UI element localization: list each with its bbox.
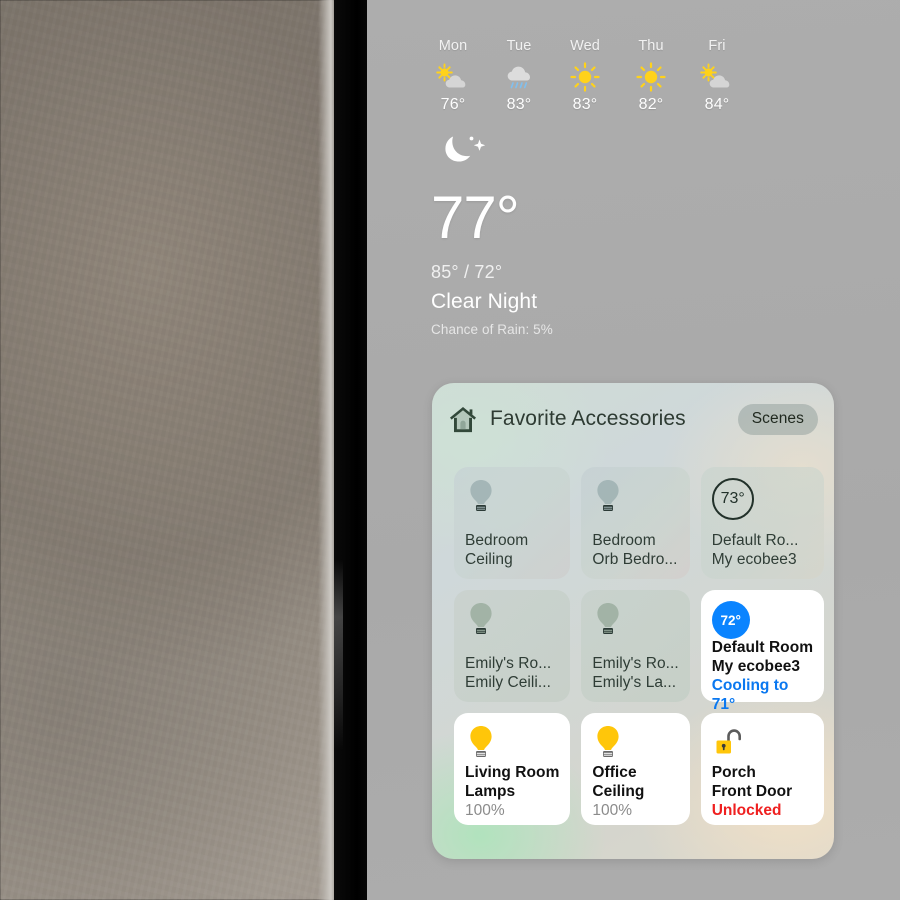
accessory-tile-porch-front-door[interactable]: Porch Front Door Unlocked bbox=[700, 713, 825, 825]
tile-line-1: Bedroom bbox=[465, 532, 529, 550]
screenshot-root: Mon 76° Tue 83° Wed 83° Thu 82° Fri 84° … bbox=[0, 0, 900, 900]
tile-line-1: Emily's Ro... bbox=[465, 655, 552, 673]
lock-open-icon bbox=[712, 724, 813, 764]
accessory-tile-office-ceiling[interactable]: Office Ceiling 100% bbox=[581, 713, 690, 825]
forecast-day-label: Mon bbox=[438, 38, 468, 54]
sun-icon bbox=[570, 60, 600, 94]
tile-line-2: My ecobee3 bbox=[711, 657, 801, 675]
moon-stars-icon bbox=[431, 130, 553, 176]
forecast-day-tue: Tue 83° bbox=[491, 38, 547, 114]
tile-line-1: Bedroom bbox=[592, 532, 656, 550]
forecast-day-label: Wed bbox=[570, 38, 600, 54]
accessory-tile-emily-lamp[interactable]: Emily's Ro... Emily's La... bbox=[581, 590, 690, 702]
lightbulb-on-icon bbox=[592, 724, 678, 764]
current-weather: 77° 85° / 72° Clear Night Chance of Rain… bbox=[431, 130, 553, 337]
forecast-temp: 83° bbox=[506, 96, 532, 113]
tile-labels: Bedroom Orb Bedro... bbox=[592, 532, 678, 570]
tile-line-2: Ceiling bbox=[592, 782, 645, 800]
tile-line-2: Front Door bbox=[711, 782, 793, 800]
forecast-day-thu: Thu 82° bbox=[623, 38, 679, 114]
accessory-tile-bedroom-ceiling[interactable]: Bedroom Ceiling bbox=[454, 467, 571, 579]
tile-labels: Default Ro... My ecobee3 bbox=[712, 532, 813, 570]
tile-line-1: Office bbox=[592, 764, 637, 781]
lightbulb-on-icon bbox=[465, 724, 559, 764]
tile-line-2: Ceiling bbox=[465, 551, 513, 569]
lightbulb-icon bbox=[465, 478, 559, 520]
forecast-day-mon: Mon 76° bbox=[425, 38, 481, 114]
tile-labels: Emily's Ro... Emily's La... bbox=[592, 655, 678, 693]
high-low-temperature: 85° / 72° bbox=[431, 262, 503, 282]
card-title: Favorite Accessories bbox=[490, 407, 686, 430]
device-bezel-sheen bbox=[334, 560, 343, 750]
tile-labels: Porch Front Door Unlocked bbox=[712, 764, 813, 821]
background-photo-grain bbox=[0, 0, 340, 900]
tile-labels: Emily's Ro... Emily Ceili... bbox=[465, 655, 559, 693]
tile-line-2: My ecobee3 bbox=[711, 551, 797, 569]
tile-status: Unlocked bbox=[711, 801, 782, 819]
tile-line-2: Emily's La... bbox=[592, 674, 677, 692]
tile-line-2: Lamps bbox=[465, 782, 516, 800]
thermostat-temperature-badge: 72° bbox=[711, 601, 750, 639]
accessory-tile-living-room-lamps[interactable]: Living Room Lamps 100% bbox=[454, 713, 571, 825]
scenes-button[interactable]: Scenes bbox=[737, 403, 818, 435]
tile-labels: Office Ceiling 100% bbox=[592, 764, 678, 821]
weather-forecast-strip: Mon 76° Tue 83° Wed 83° Thu 82° Fri 84° bbox=[425, 38, 745, 114]
tile-line-1: Porch bbox=[711, 764, 756, 781]
tile-line-2: Orb Bedro... bbox=[592, 551, 678, 569]
tile-labels: Bedroom Ceiling bbox=[465, 532, 559, 570]
forecast-day-wed: Wed 83° bbox=[557, 38, 613, 114]
accessory-tile-emily-ceiling[interactable]: Emily's Ro... Emily Ceili... bbox=[454, 590, 571, 702]
lightbulb-icon bbox=[592, 478, 678, 520]
sun-behind-cloud-icon bbox=[700, 60, 734, 94]
card-header: Favorite Accessories Scenes bbox=[448, 398, 818, 440]
forecast-temp: 82° bbox=[638, 96, 664, 113]
weather-condition: Clear Night bbox=[431, 290, 538, 313]
thermostat-dot-icon: 72° bbox=[711, 601, 813, 639]
tile-labels: Default Room My ecobee3 Cooling to 71° bbox=[712, 639, 813, 715]
tile-brightness: 100% bbox=[592, 801, 633, 819]
lightbulb-icon bbox=[592, 601, 678, 643]
home-screen-panel: Mon 76° Tue 83° Wed 83° Thu 82° Fri 84° … bbox=[367, 0, 900, 900]
lightbulb-icon bbox=[465, 601, 559, 643]
forecast-day-label: Fri bbox=[708, 38, 726, 54]
tile-line-1: Default Ro... bbox=[711, 532, 799, 550]
accessory-tile-grid: Bedroom Ceiling Bedroom Orb Bedro... 73°… bbox=[454, 467, 825, 825]
sun-icon bbox=[636, 60, 666, 94]
favorite-accessories-card: Favorite Accessories Scenes Bedroom Ceil… bbox=[432, 383, 834, 859]
sun-behind-cloud-icon bbox=[436, 60, 470, 94]
forecast-temp: 76° bbox=[440, 96, 466, 113]
thermostat-ring-icon: 73° bbox=[711, 478, 813, 520]
tile-brightness: 100% bbox=[465, 801, 505, 819]
thermostat-temperature-badge: 73° bbox=[711, 478, 754, 520]
forecast-temp: 84° bbox=[704, 96, 730, 113]
accessory-tile-bedroom-orb[interactable]: Bedroom Orb Bedro... bbox=[581, 467, 690, 579]
tile-status: Cooling to 71° bbox=[711, 676, 789, 713]
accessory-tile-thermostat-default-room[interactable]: 73° Default Ro... My ecobee3 bbox=[700, 467, 825, 579]
device-bezel bbox=[334, 0, 367, 900]
forecast-day-label: Thu bbox=[638, 38, 664, 54]
house-icon bbox=[448, 404, 478, 434]
current-temperature: 77° bbox=[431, 184, 520, 251]
tile-line-1: Default Room bbox=[711, 639, 814, 656]
forecast-temp: 83° bbox=[572, 96, 598, 113]
cloud-rain-icon bbox=[502, 60, 536, 94]
tile-line-2: Emily Ceili... bbox=[465, 674, 551, 692]
forecast-day-label: Tue bbox=[506, 38, 532, 54]
tile-line-1: Emily's Ro... bbox=[592, 655, 679, 673]
accessory-tile-thermostat-cooling[interactable]: 72° Default Room My ecobee3 Cooling to 7… bbox=[700, 590, 825, 713]
tile-line-1: Living Room bbox=[465, 764, 560, 781]
tile-labels: Living Room Lamps 100% bbox=[465, 764, 559, 821]
rain-chance: Chance of Rain: 5% bbox=[431, 322, 553, 337]
forecast-day-fri: Fri 84° bbox=[689, 38, 745, 114]
